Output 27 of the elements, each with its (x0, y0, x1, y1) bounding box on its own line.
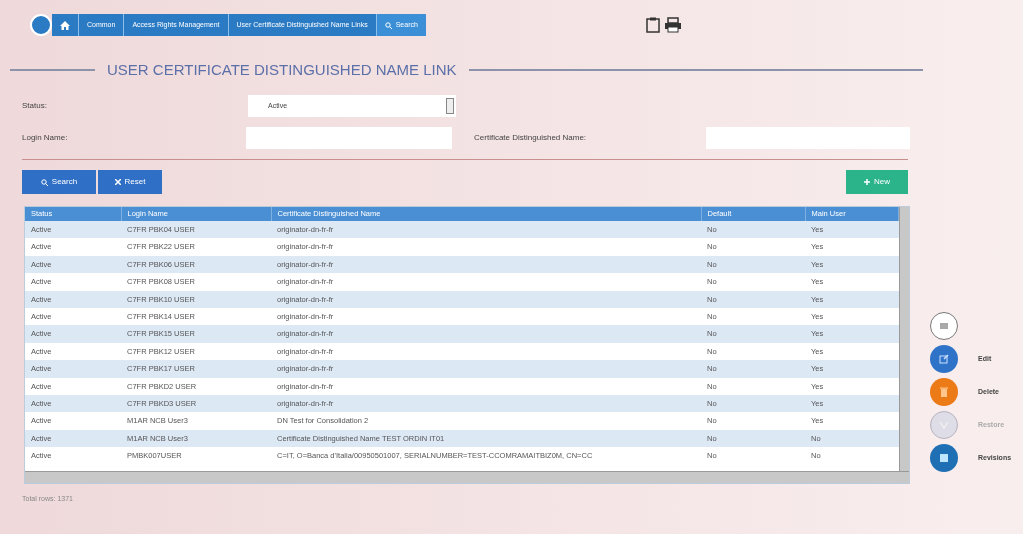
back-button[interactable] (30, 14, 52, 36)
home-button[interactable] (52, 14, 79, 36)
printer-icon[interactable] (663, 17, 682, 33)
clipboard-icon[interactable] (645, 17, 660, 33)
plus-icon (864, 179, 870, 185)
horizontal-scrollbar[interactable] (25, 471, 909, 483)
certificate-name-field[interactable] (705, 127, 910, 149)
vertical-scrollbar[interactable] (899, 207, 909, 471)
field-label: Status: (22, 100, 48, 112)
home-icon (60, 20, 70, 30)
edit-button[interactable] (930, 345, 958, 373)
new-button[interactable]: New (846, 170, 908, 194)
trash-icon (940, 387, 948, 397)
reset-button[interactable]: Reset (98, 170, 162, 194)
page-title: USER CERTIFICATE DISTINGUISHED NAME LINK (107, 59, 457, 80)
delete-button[interactable] (930, 378, 958, 406)
square-icon (940, 454, 948, 462)
close-icon (114, 179, 121, 185)
search-icon (384, 21, 392, 29)
search-button[interactable]: Search (22, 170, 96, 194)
menu-button[interactable] (930, 312, 958, 340)
login-name-field[interactable] (245, 127, 453, 149)
revisions-button[interactable] (930, 444, 958, 472)
field-label: Certificate Distinguished Name: (474, 132, 588, 144)
pencil-icon (939, 354, 949, 364)
field-label: Login Name: (22, 132, 69, 144)
search-icon (40, 178, 48, 186)
